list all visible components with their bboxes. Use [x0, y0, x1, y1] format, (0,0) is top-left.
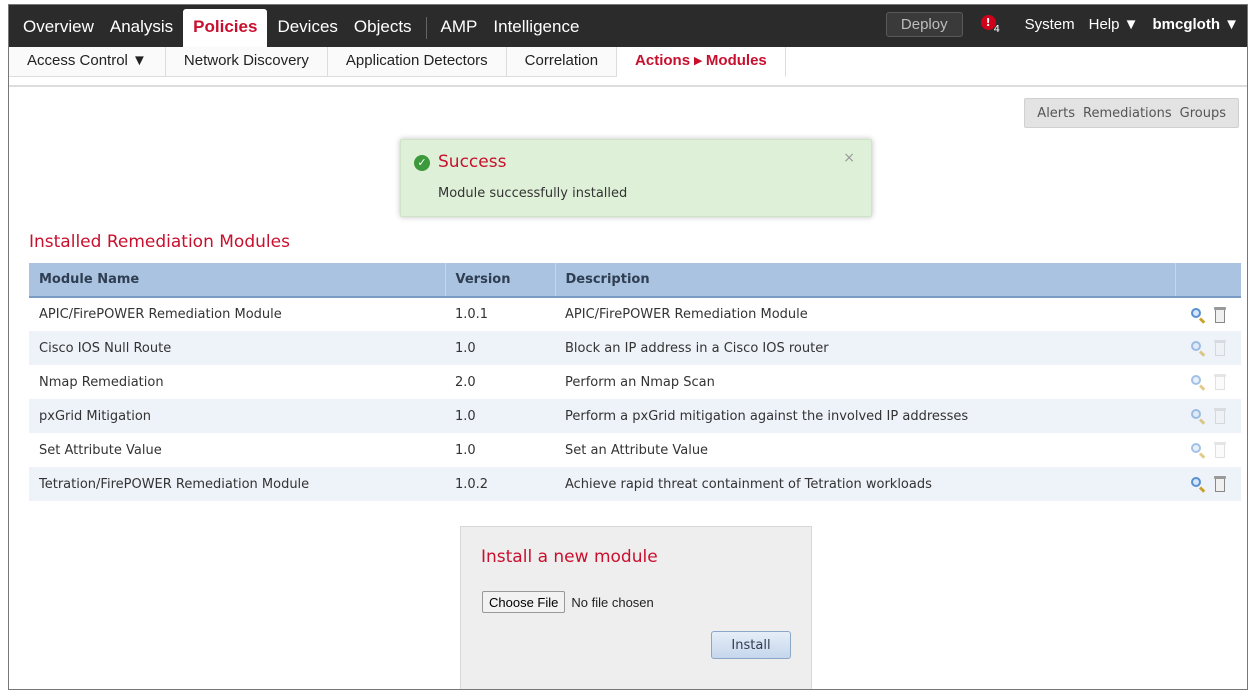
cell-version: 1.0.1: [445, 297, 555, 331]
secondary-tabs: Alerts Remediations Groups: [1024, 98, 1239, 128]
cell-name: pxGrid Mitigation: [29, 399, 445, 433]
help-menu[interactable]: Help ▼: [1089, 16, 1139, 33]
table-row: Cisco IOS Null Route 1.0 Block an IP addre…: [29, 331, 1241, 365]
nav-tab-policies[interactable]: Policies: [183, 9, 268, 47]
secondary-tab-remediations[interactable]: Remediations: [1083, 106, 1172, 121]
delete-icon[interactable]: [1214, 476, 1226, 492]
cell-name: Tetration/FirePOWER Remediation Module: [29, 467, 445, 501]
cell-description: Block an IP address in a Cisco IOS route…: [555, 331, 1175, 365]
subnav-tab-2[interactable]: Application Detectors: [327, 47, 507, 77]
header-version[interactable]: Version: [445, 263, 556, 298]
install-button[interactable]: Install: [711, 631, 791, 659]
view-icon[interactable]: [1190, 374, 1206, 391]
view-icon[interactable]: [1190, 442, 1206, 459]
success-message: Module successfully installed: [438, 186, 628, 201]
cell-name: Nmap Remediation: [29, 365, 445, 399]
alert-count: 4: [993, 24, 1000, 35]
cell-name: Cisco IOS Null Route: [29, 331, 445, 365]
table-row: pxGrid Mitigation 1.0 Perform a pxGrid mit…: [29, 399, 1241, 433]
delete-icon: [1214, 340, 1226, 356]
secondary-tab-groups[interactable]: Groups: [1180, 106, 1226, 121]
subnav-tab-1[interactable]: Network Discovery: [165, 47, 328, 77]
cell-name: APIC/FirePOWER Remediation Module: [29, 297, 445, 331]
sub-nav: Access Control ▼ Network Discovery Applica…: [9, 47, 1247, 87]
subnav-tab-4[interactable]: Actions ▸ Modules: [617, 47, 786, 77]
cell-version: 2.0: [445, 365, 555, 399]
file-input: Choose File No file chosen: [482, 591, 654, 613]
cell-version: 1.0: [445, 331, 555, 365]
table-row: APIC/FirePOWER Remediation Module 1.0.1 AP…: [29, 297, 1241, 331]
modules-table: Module Name Version Description APIC/Fir…: [29, 263, 1241, 501]
install-title: Install a new module: [481, 547, 658, 567]
install-panel: Install a new module Choose File No file…: [460, 526, 812, 689]
cell-description: Perform a pxGrid mitigation against the …: [555, 399, 1175, 433]
header-actions: [1175, 263, 1241, 298]
nav-tab-analysis[interactable]: Analysis: [102, 9, 181, 47]
header-module-name[interactable]: Module Name: [29, 263, 446, 298]
check-circle-icon: ✓: [414, 155, 430, 171]
cell-description: APIC/FirePOWER Remediation Module: [555, 297, 1175, 331]
section-title: Installed Remediation Modules: [29, 232, 290, 252]
subnav-tab-0[interactable]: Access Control ▼: [9, 47, 166, 77]
nav-divider: [425, 17, 427, 39]
top-nav-right: Deploy ! 4 System Help ▼ bmcgloth ▼: [885, 5, 1239, 43]
header-description[interactable]: Description: [555, 263, 1176, 298]
system-menu[interactable]: System: [1025, 16, 1075, 33]
delete-icon: [1214, 408, 1226, 424]
row-actions: [1175, 433, 1241, 467]
table-row: Set Attribute Value 1.0 Set an Attribute V…: [29, 433, 1241, 467]
file-status: No file chosen: [571, 594, 654, 610]
delete-icon: [1214, 442, 1226, 458]
view-icon[interactable]: [1190, 476, 1206, 493]
row-actions: [1175, 365, 1241, 399]
nav-tab-intelligence[interactable]: Intelligence: [485, 9, 587, 47]
nav-tab-overview[interactable]: Overview: [9, 9, 102, 47]
delete-icon[interactable]: [1214, 306, 1226, 323]
cell-description: Achieve rapid threat containment of Tetr…: [555, 467, 1175, 501]
table-header-row: Module Name Version Description: [29, 263, 1241, 298]
row-actions: [1175, 467, 1241, 501]
row-actions: [1175, 399, 1241, 433]
cell-version: 1.0: [445, 399, 555, 433]
choose-file-button[interactable]: Choose File: [482, 591, 566, 613]
view-icon[interactable]: [1190, 408, 1206, 425]
cell-version: 1.0: [445, 433, 555, 467]
success-title: Success: [438, 152, 507, 172]
cell-description: Perform an Nmap Scan: [555, 365, 1175, 399]
table-row: Tetration/FirePOWER Remediation Module 1.…: [29, 467, 1241, 501]
subnav-tab-3[interactable]: Correlation: [506, 47, 618, 77]
table-row: Nmap Remediation 2.0 Perform an Nmap Scan: [29, 365, 1241, 399]
view-icon[interactable]: [1190, 307, 1206, 324]
deploy-button[interactable]: Deploy: [885, 11, 963, 37]
view-icon[interactable]: [1190, 340, 1206, 357]
success-banner: ✓ Success Module successfully installed …: [400, 139, 872, 217]
app-window: Overview Analysis Policies Devices Objects AM…: [8, 4, 1248, 690]
delete-icon: [1214, 374, 1226, 390]
user-menu[interactable]: bmcgloth ▼: [1152, 16, 1239, 33]
nav-tab-objects[interactable]: Objects: [346, 9, 420, 47]
row-actions: [1175, 297, 1241, 331]
cell-version: 1.0.2: [445, 467, 555, 501]
nav-tab-amp[interactable]: AMP: [433, 9, 486, 47]
nav-tab-devices[interactable]: Devices: [269, 9, 345, 47]
cell-description: Set an Attribute Value: [555, 433, 1175, 467]
alert-icon[interactable]: ! 4: [980, 13, 1003, 35]
close-icon[interactable]: ×: [843, 150, 855, 166]
top-nav: Overview Analysis Policies Devices Objects AM…: [9, 5, 1247, 47]
row-actions: [1175, 331, 1241, 365]
secondary-tab-alerts[interactable]: Alerts: [1037, 106, 1075, 121]
cell-name: Set Attribute Value: [29, 433, 445, 467]
